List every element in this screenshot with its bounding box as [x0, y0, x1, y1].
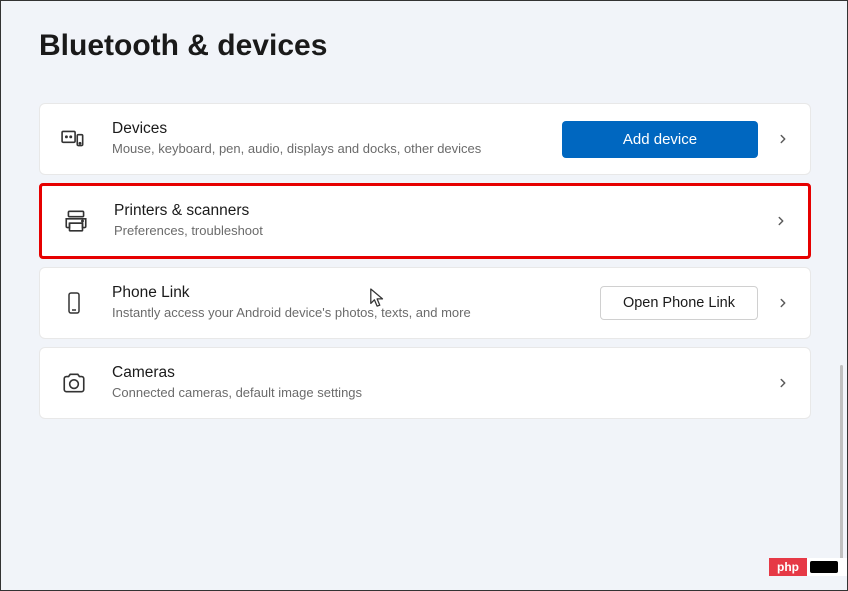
cameras-title: Cameras: [112, 364, 776, 382]
settings-panel: Bluetooth & devices Devices Mouse, keybo…: [1, 1, 847, 419]
printers-title: Printers & scanners: [114, 202, 774, 220]
add-device-button[interactable]: Add device: [562, 121, 758, 158]
chevron-right-icon: [776, 296, 790, 310]
phone-link-text: Phone Link Instantly access your Android…: [112, 284, 600, 322]
devices-action: Add device: [562, 121, 758, 158]
cameras-subtitle: Connected cameras, default image setting…: [112, 384, 776, 402]
scrollbar[interactable]: [840, 365, 843, 573]
watermark: php: [769, 558, 847, 576]
phone-link-title: Phone Link: [112, 284, 600, 302]
cameras-text: Cameras Connected cameras, default image…: [112, 364, 776, 402]
phone-link-subtitle: Instantly access your Android device's p…: [112, 304, 600, 322]
phone-link-action: Open Phone Link: [600, 286, 758, 320]
open-phone-link-button[interactable]: Open Phone Link: [600, 286, 758, 320]
printer-icon: [62, 207, 90, 235]
chevron-right-icon: [774, 214, 788, 228]
printers-text: Printers & scanners Preferences, trouble…: [114, 202, 774, 240]
printers-subtitle: Preferences, troubleshoot: [114, 222, 774, 240]
devices-text: Devices Mouse, keyboard, pen, audio, dis…: [112, 120, 562, 158]
cameras-row[interactable]: Cameras Connected cameras, default image…: [39, 347, 811, 419]
camera-icon: [60, 369, 88, 397]
printers-scanners-row[interactable]: Printers & scanners Preferences, trouble…: [39, 183, 811, 259]
chevron-right-icon: [776, 132, 790, 146]
devices-title: Devices: [112, 120, 562, 138]
devices-row[interactable]: Devices Mouse, keyboard, pen, audio, dis…: [39, 103, 811, 175]
chevron-right-icon: [776, 376, 790, 390]
phone-icon: [60, 289, 88, 317]
phone-link-row[interactable]: Phone Link Instantly access your Android…: [39, 267, 811, 339]
watermark-text: php: [769, 558, 807, 576]
devices-icon: [60, 125, 88, 153]
page-title: Bluetooth & devices: [39, 29, 811, 63]
devices-subtitle: Mouse, keyboard, pen, audio, displays an…: [112, 140, 562, 158]
